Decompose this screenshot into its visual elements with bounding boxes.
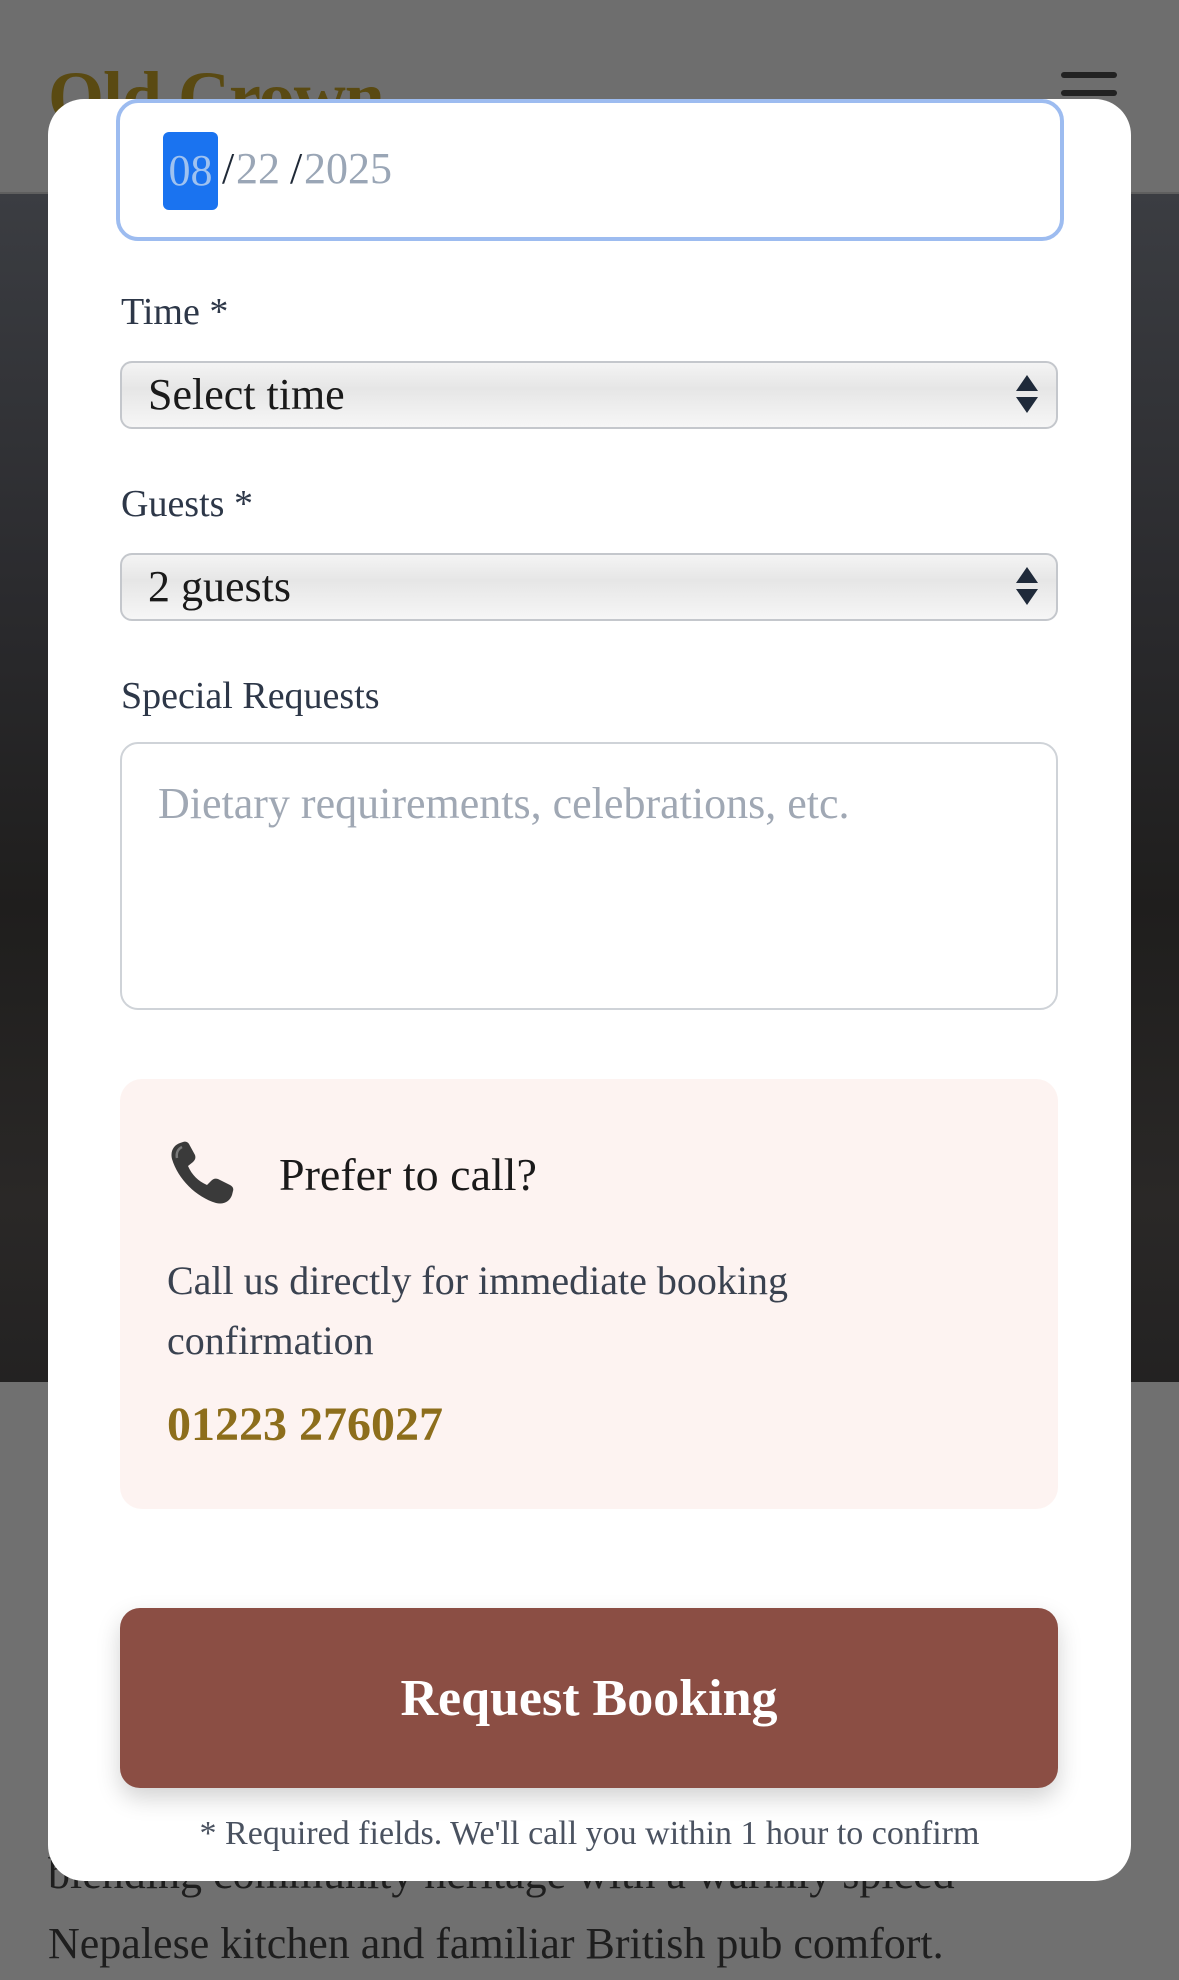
date-separator: / <box>222 144 235 193</box>
call-box: Prefer to call? Call us directly for imm… <box>120 1079 1058 1509</box>
guests-label: Guests * <box>121 483 253 525</box>
intro-text-line-2: Nepalese kitchen and familiar British pu… <box>48 1919 944 1968</box>
call-description: Call us directly for immediate booking c… <box>167 1258 788 1363</box>
required-fields-note: * Required fields. We'll call you within… <box>199 1815 980 1852</box>
date-year-segment[interactable]: 2025 <box>304 143 392 194</box>
phone-icon <box>171 1141 234 1204</box>
request-booking-button[interactable]: Request Booking <box>120 1608 1058 1788</box>
guests-select-value: 2 guests <box>148 562 291 611</box>
date-day-segment[interactable]: 22 <box>236 143 280 194</box>
date-input[interactable]: 08 / 22 / 2025 <box>116 99 1064 241</box>
date-separator: / <box>290 144 303 193</box>
call-phone-link[interactable]: 01223 276027 <box>167 1397 443 1452</box>
time-label: Time * <box>121 291 229 333</box>
guests-select[interactable]: 2 guests <box>120 553 1058 621</box>
special-requests-textarea[interactable] <box>120 742 1058 1010</box>
date-month-segment[interactable]: 08 <box>163 132 218 210</box>
call-title: Prefer to call? <box>279 1149 537 1200</box>
time-select-value: Select time <box>148 370 345 419</box>
booking-modal: 08 / 22 / 2025 Time * Select time Guests… <box>48 99 1131 1881</box>
time-select[interactable]: Select time <box>120 361 1058 429</box>
special-requests-label: Special Requests <box>121 675 380 717</box>
select-arrows-icon <box>1016 567 1038 611</box>
select-arrows-icon <box>1016 375 1038 419</box>
